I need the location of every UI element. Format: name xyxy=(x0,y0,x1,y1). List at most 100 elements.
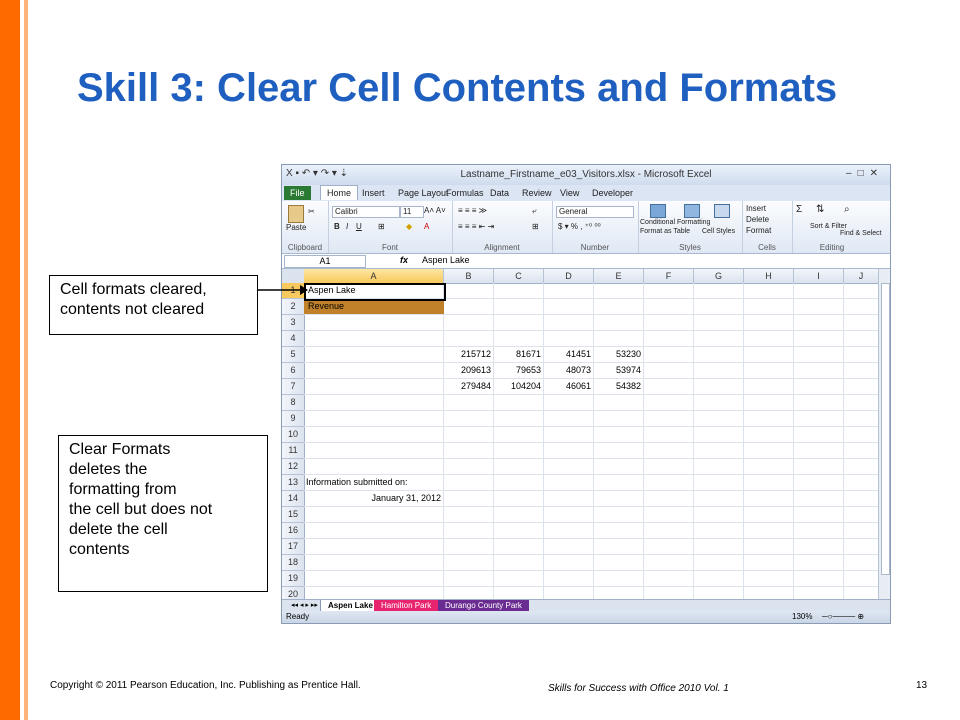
table-cell[interactable]: 209613 xyxy=(444,363,491,378)
autosum-icon[interactable]: Σ xyxy=(796,204,802,215)
formula-input[interactable]: Aspen Lake xyxy=(422,255,470,265)
tab-file[interactable]: File xyxy=(284,186,311,200)
bold-icon[interactable]: B xyxy=(334,222,340,231)
table-cell[interactable]: 81671 xyxy=(494,347,541,362)
row-header[interactable]: 8 xyxy=(282,395,305,411)
row-header[interactable]: 18 xyxy=(282,555,305,571)
underline-icon[interactable]: U xyxy=(356,222,362,231)
row-header[interactable]: 2 xyxy=(282,299,305,315)
worksheet-grid[interactable]: A B C D E F G H I J 1 2 3 4 5 6 7 8 9 10… xyxy=(282,269,878,599)
row-header[interactable]: 14 xyxy=(282,491,305,507)
table-cell[interactable]: 104204 xyxy=(494,379,541,394)
number-format-box[interactable]: General xyxy=(556,206,634,218)
row-header[interactable]: 16 xyxy=(282,523,305,539)
table-cell[interactable]: 279484 xyxy=(444,379,491,394)
scroll-thumb[interactable] xyxy=(881,283,890,575)
sheet-tab-hamilton-park[interactable]: Hamilton Park xyxy=(374,600,439,611)
tab-review[interactable]: Review xyxy=(516,186,558,200)
row-header[interactable]: 6 xyxy=(282,363,305,379)
callout-line: formatting from xyxy=(69,481,177,498)
row-header[interactable]: 4 xyxy=(282,331,305,347)
row-header[interactable]: 20 xyxy=(282,587,305,599)
tab-formulas[interactable]: Formulas xyxy=(440,186,490,200)
font-name-box[interactable]: Calibri xyxy=(332,206,400,218)
cell-a1[interactable]: Aspen Lake xyxy=(308,283,356,298)
paste-button[interactable]: Paste xyxy=(286,223,306,232)
grow-font-icon[interactable]: A˄ A˅ xyxy=(424,206,446,215)
insert-cells-button[interactable]: Insert xyxy=(746,204,766,213)
row-header[interactable]: 15 xyxy=(282,507,305,523)
font-size-box[interactable]: 11 xyxy=(400,206,424,218)
sort-filter-button[interactable]: Sort & Filter xyxy=(810,223,847,230)
find-select-icon[interactable]: ⌕ xyxy=(844,204,850,215)
row-header[interactable]: 19 xyxy=(282,571,305,587)
cell-a14[interactable]: January 31, 2012 xyxy=(304,491,441,506)
italic-icon[interactable]: I xyxy=(346,222,348,231)
table-cell[interactable]: 53230 xyxy=(594,347,641,362)
row-header[interactable]: 7 xyxy=(282,379,305,395)
row-header[interactable]: 17 xyxy=(282,539,305,555)
table-cell[interactable]: 53974 xyxy=(594,363,641,378)
column-header-f[interactable]: F xyxy=(644,269,694,284)
table-cell[interactable]: 41451 xyxy=(544,347,591,362)
column-header-j[interactable]: J xyxy=(844,269,878,284)
sheet-nav-icon[interactable]: ◂◂ ◂ ▸ ▸▸ xyxy=(284,600,325,611)
cell-styles-icon[interactable] xyxy=(714,204,730,218)
tab-view[interactable]: View xyxy=(554,186,585,200)
column-header-c[interactable]: C xyxy=(494,269,544,284)
align-top-icon[interactable]: ≡ ≡ ≡ ≫ xyxy=(458,206,487,215)
table-cell[interactable]: 215712 xyxy=(444,347,491,362)
cell-styles-button[interactable]: Cell Styles xyxy=(702,228,735,235)
column-header-e[interactable]: E xyxy=(594,269,644,284)
cut-icon[interactable]: ✂ xyxy=(308,207,315,216)
wrap-text-icon[interactable]: ⤶ xyxy=(532,206,536,216)
column-header-i[interactable]: I xyxy=(794,269,844,284)
column-header-a[interactable]: A xyxy=(304,269,444,284)
table-cell[interactable]: 48073 xyxy=(544,363,591,378)
font-color-icon[interactable]: A xyxy=(424,222,429,231)
fill-color-icon[interactable]: ◆ xyxy=(406,222,412,231)
row-header[interactable]: 5 xyxy=(282,347,305,363)
sort-filter-icon[interactable]: ⇅ xyxy=(816,204,824,215)
row-header[interactable]: 12 xyxy=(282,459,305,475)
fx-icon[interactable]: fx xyxy=(400,255,408,265)
delete-cells-button[interactable]: Delete xyxy=(746,215,769,224)
window-controls[interactable]: –□✕ xyxy=(846,168,884,179)
column-header-d[interactable]: D xyxy=(544,269,594,284)
currency-icon[interactable]: $ ▾ % , ⁺⁰ ⁰⁰ xyxy=(558,222,601,231)
row-header[interactable]: 9 xyxy=(282,411,305,427)
sheet-tab-durango-county-park[interactable]: Durango County Park xyxy=(438,600,529,611)
find-select-button[interactable]: Find & Select xyxy=(840,230,882,237)
cell-a2[interactable]: Revenue xyxy=(308,299,344,314)
column-header-h[interactable]: H xyxy=(744,269,794,284)
merge-icon[interactable]: ⊞ xyxy=(532,222,539,231)
tab-data[interactable]: Data xyxy=(484,186,515,200)
row-header[interactable]: 3 xyxy=(282,315,305,331)
table-cell[interactable]: 54382 xyxy=(594,379,641,394)
format-cells-button[interactable]: Format xyxy=(746,226,771,235)
gridline xyxy=(304,554,878,555)
table-cell[interactable]: 79653 xyxy=(494,363,541,378)
paste-icon[interactable] xyxy=(288,205,304,223)
editing-label: Editing xyxy=(819,243,845,252)
format-table-icon[interactable] xyxy=(684,204,700,218)
conditional-formatting-icon[interactable] xyxy=(650,204,666,218)
conditional-formatting-button[interactable]: Conditional Formatting xyxy=(640,219,710,226)
table-cell[interactable]: 46061 xyxy=(544,379,591,394)
vertical-scrollbar[interactable] xyxy=(878,269,890,599)
zoom-slider[interactable]: ─○──── ⊕ xyxy=(822,611,864,623)
zoom-level[interactable]: 130% xyxy=(792,611,812,623)
tab-developer[interactable]: Developer xyxy=(586,186,639,200)
border-icon[interactable]: ⊞ xyxy=(378,222,385,231)
tab-home[interactable]: Home xyxy=(320,185,359,200)
row-header[interactable]: 13 xyxy=(282,475,305,491)
tab-insert[interactable]: Insert xyxy=(356,186,391,200)
format-table-button[interactable]: Format as Table xyxy=(640,228,690,235)
align-left-icon[interactable]: ≡ ≡ ≡ ⇤ ⇥ xyxy=(458,222,494,231)
row-header[interactable]: 11 xyxy=(282,443,305,459)
column-header-g[interactable]: G xyxy=(694,269,744,284)
name-box[interactable]: A1 xyxy=(284,255,366,268)
row-header[interactable]: 10 xyxy=(282,427,305,443)
column-header-b[interactable]: B xyxy=(444,269,494,284)
cell-a13[interactable]: Information submitted on: xyxy=(306,475,408,490)
